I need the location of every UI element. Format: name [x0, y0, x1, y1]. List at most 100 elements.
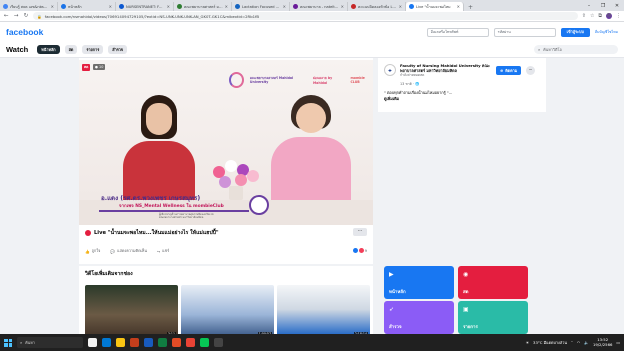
thumbs-up-icon: 👍 — [85, 248, 90, 254]
close-icon[interactable]: ✕ — [457, 4, 460, 9]
powerpoint-icon[interactable] — [130, 338, 139, 347]
live-icon: ◉ — [463, 271, 469, 278]
browser-tab-active[interactable]: Live "น้ำนมจะพอไหม ✕ — [406, 2, 464, 11]
like-button[interactable]: 👍 ถูกใจ — [85, 248, 100, 254]
browser-tab[interactable]: หน้าหลัก ✕ — [58, 2, 116, 11]
email-field[interactable]: อีเมลหรือโทรศัพท์ — [426, 27, 489, 37]
post-more-button[interactable]: ··· — [353, 228, 367, 236]
app-icon[interactable] — [214, 338, 223, 347]
follow-button[interactable]: ⊕ ติดตาม — [496, 66, 522, 75]
see-more-link[interactable]: ดูเพิ่มเติม — [384, 96, 399, 102]
post-time: 13 ชาติ · 🌐 — [400, 82, 420, 86]
reaction-count: 9 — [364, 248, 367, 253]
video-thumbnail[interactable]: 1:00:57 — [181, 285, 274, 339]
edge-icon[interactable] — [102, 338, 111, 347]
reload-button[interactable]: ↻ — [23, 13, 29, 19]
chrome-icon[interactable] — [186, 338, 195, 347]
more-videos-section: วิดีโอเพิ่มเติมจากช่อง 3:11 1:00:57 2:18… — [79, 266, 373, 339]
login-area: อีเมลหรือโทรศัพท์ รหัสผ่าน เข้าสู่ระบบ ล… — [426, 27, 618, 37]
windows-start-icon[interactable] — [4, 338, 12, 347]
close-icon[interactable]: ✕ — [225, 4, 228, 9]
close-icon[interactable]: ✕ — [109, 4, 112, 9]
browser-tab[interactable]: คณะพยาบาล - nateltd.com✕ — [290, 2, 348, 11]
mombie-badge-icon — [249, 195, 269, 215]
password-field[interactable]: รหัสผ่าน — [493, 27, 556, 37]
facebook-logo[interactable]: facebook — [6, 27, 43, 37]
back-button[interactable]: ← — [3, 13, 9, 19]
video-thumbnail[interactable]: 2:18:14 — [277, 285, 370, 339]
browser-tab[interactable]: Lactation Focused discussi✕ — [232, 2, 290, 11]
share-icon[interactable]: ⇪ — [582, 13, 586, 19]
url-bar[interactable]: 🔒 facebook.com/nsmahidol/videos/70691409… — [33, 12, 578, 20]
app-icon[interactable] — [172, 338, 181, 347]
love-reaction-icon — [358, 248, 364, 253]
tab-title: Live "น้ำนมจะพอไหม — [416, 4, 451, 9]
chevron-up-icon[interactable]: ˄ — [571, 340, 573, 345]
tab-shows[interactable]: รายการ — [82, 45, 104, 54]
file-explorer-icon[interactable] — [116, 338, 125, 347]
search-icon: ⌕ — [20, 340, 23, 345]
excel-icon[interactable] — [158, 338, 167, 347]
video-search-input[interactable]: ⌕ ค้นหาวิดีโอ — [534, 45, 618, 54]
star-icon[interactable]: ☆ — [590, 13, 594, 19]
tab-title: NURSENTRANET: Faculty — [126, 4, 165, 9]
video-player[interactable]: คณะพยาบาลศาสตร์ Mahidol University ผ่อนค… — [79, 60, 373, 225]
url-text: facebook.com/nsmahidol/videos/7069140947… — [44, 13, 259, 19]
browser-tab[interactable]: NURSENTRANET: Faculty✕ — [116, 2, 174, 11]
new-tab-button[interactable]: + — [464, 4, 477, 11]
browser-tab[interactable]: คะแนนปิดลองหัวข้อ Live ✕ — [348, 2, 406, 11]
reaction-summary[interactable]: 9 — [352, 248, 367, 253]
watch-nav-bar: Watch หน้าหลัก สด รายการ สำรวจ ⌕ ค้นหาวิ… — [0, 42, 624, 58]
watch-category-grid: ▶ หน้าหลัก ◉ สด ➶ สำรวจ ▣ รายการ — [384, 266, 530, 334]
tab-explore[interactable]: สำรวจ — [108, 45, 128, 54]
notification-icon[interactable]: ▭ — [616, 340, 620, 345]
wifi-icon[interactable]: ◠ — [577, 340, 580, 345]
task-view-icon[interactable] — [88, 338, 97, 347]
close-icon[interactable]: ✕ — [51, 4, 54, 9]
close-icon[interactable]: ✕ — [341, 4, 344, 9]
tab-live[interactable]: สด — [64, 45, 78, 54]
menu-icon[interactable]: ⋮ — [616, 13, 621, 19]
watch-title: Watch — [6, 45, 29, 54]
forgot-account-link[interactable]: ลืมบัญชีใช่ไหม — [595, 29, 618, 35]
category-live[interactable]: ◉ สด — [458, 266, 528, 299]
page-more-button[interactable]: ··· — [526, 66, 535, 75]
line-icon[interactable] — [200, 338, 209, 347]
facebook-header: facebook อีเมลหรือโทรศัพท์ รหัสผ่าน เข้า… — [0, 22, 624, 42]
weather-icon[interactable]: ☀ — [526, 340, 529, 345]
watch-feed: คณะพยาบาลศาสตร์ Mahidol University ผ่อนค… — [0, 58, 624, 339]
close-icon[interactable]: ✕ — [283, 4, 286, 9]
close-icon[interactable]: ✕ — [167, 4, 170, 9]
login-button[interactable]: เข้าสู่ระบบ — [560, 27, 590, 37]
category-shows[interactable]: ▣ รายการ — [458, 301, 528, 334]
minimize-button[interactable]: – — [582, 3, 596, 9]
profile-avatar[interactable]: N — [606, 13, 612, 19]
forward-button[interactable]: → — [13, 13, 19, 19]
category-home[interactable]: ▶ หน้าหลัก — [384, 266, 454, 299]
word-icon[interactable] — [144, 338, 153, 347]
page-name[interactable]: Faculty of Nursing Mahidol University คณ… — [400, 63, 492, 78]
browser-tab[interactable]: เรียนรู้ สธค เอช&nbsp;ไอวี - ค้นหาด้วย✕ — [0, 2, 58, 11]
share-button[interactable]: ↪ แชร์ — [157, 248, 169, 254]
close-window-button[interactable]: ✕ — [610, 3, 624, 9]
video-search-placeholder: ค้นหาวิดีโอ — [543, 46, 562, 52]
taskbar-clock[interactable]: 13:52 19/2/2566 — [593, 337, 612, 348]
close-icon[interactable]: ✕ — [399, 4, 402, 9]
play-icon: ▶ — [389, 271, 394, 278]
address-bar-row: ← → ↻ 🔒 facebook.com/nsmahidol/videos/70… — [0, 11, 624, 22]
page-avatar[interactable]: ✚ — [384, 64, 396, 76]
browser-tab[interactable]: คณะพยาบาลศาสตร์ ม.มหิดล✕ — [174, 2, 232, 11]
lock-icon: 🔒 — [37, 13, 42, 19]
speaker-credentials: ผู้เชี่ยวชาญด้านการพยาบาลสุขภาพจิตและจิต… — [159, 213, 214, 220]
tab-home[interactable]: หน้าหลัก — [37, 45, 60, 54]
tab-favicon-icon — [61, 4, 66, 9]
live-badge: สด — [82, 64, 91, 71]
comment-button[interactable]: 💬 แสดงความคิดเห็น — [110, 248, 147, 254]
maximize-button[interactable]: ❐ — [596, 3, 610, 9]
extensions-icon[interactable]: ⧉ — [598, 13, 602, 19]
taskbar-search[interactable]: ⌕ ค้นหา — [17, 337, 83, 348]
category-explore[interactable]: ➶ สำรวจ — [384, 301, 454, 334]
volume-icon[interactable]: 🔈 — [584, 340, 589, 345]
system-tray: ☀ 33°C มีแดดบางส่วน ˄ ◠ 🔈 13:52 19/2/256… — [526, 337, 620, 348]
video-thumbnail[interactable]: 3:11 — [85, 285, 178, 339]
